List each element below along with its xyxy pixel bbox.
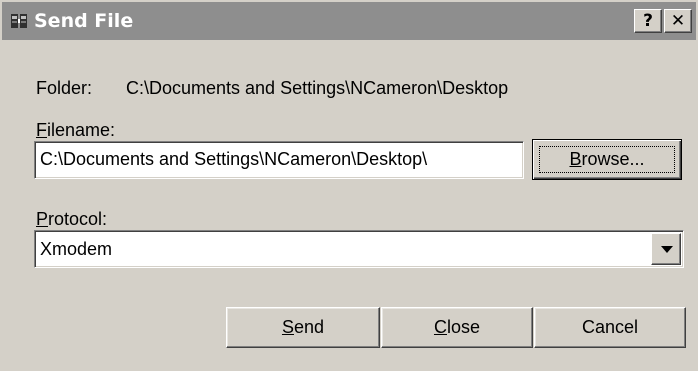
send-button[interactable]: Send	[226, 307, 380, 348]
browse-mnemonic: B	[569, 149, 582, 169]
protocol-label: Protocol:	[36, 208, 107, 230]
app-icon	[11, 14, 27, 28]
filename-label-mnemonic: F	[36, 120, 47, 140]
filename-input[interactable]: C:\Documents and Settings\NCameron\Deskt…	[34, 141, 524, 179]
cancel-button[interactable]: Cancel	[534, 307, 686, 348]
close-mnemonic: C	[433, 317, 447, 337]
protocol-select[interactable]: Xmodem	[34, 230, 684, 268]
browse-label: Browse...	[569, 149, 644, 169]
title-bar[interactable]: Send File ? ✕	[2, 2, 696, 40]
send-text: end	[293, 317, 325, 337]
protocol-dropdown-button[interactable]	[651, 233, 681, 265]
browse-text: rowse...	[581, 149, 645, 169]
protocol-label-mnemonic: P	[36, 209, 49, 229]
help-icon: ?	[643, 11, 653, 31]
send-file-dialog: Send File ? ✕ Folder: C:\Documents and S…	[0, 0, 698, 371]
filename-label-text: ilename:	[47, 120, 116, 140]
protocol-selected-value: Xmodem	[40, 239, 113, 259]
help-button[interactable]: ?	[634, 9, 662, 33]
chevron-down-icon	[661, 246, 673, 253]
browse-button[interactable]: Browse...	[532, 139, 682, 180]
send-mnemonic: S	[281, 317, 294, 337]
folder-path: C:\Documents and Settings\NCameron\Deskt…	[126, 78, 509, 98]
close-text: lose	[446, 317, 481, 337]
cancel-label: Cancel	[581, 317, 639, 337]
close-button[interactable]: Close	[381, 307, 533, 348]
filename-label: Filename:	[36, 119, 115, 141]
window-close-button[interactable]: ✕	[664, 9, 692, 33]
window-title: Send File	[34, 10, 134, 32]
protocol-label-text: rotocol:	[48, 209, 108, 229]
folder-label: Folder:	[36, 78, 93, 98]
close-icon: ✕	[670, 11, 686, 31]
